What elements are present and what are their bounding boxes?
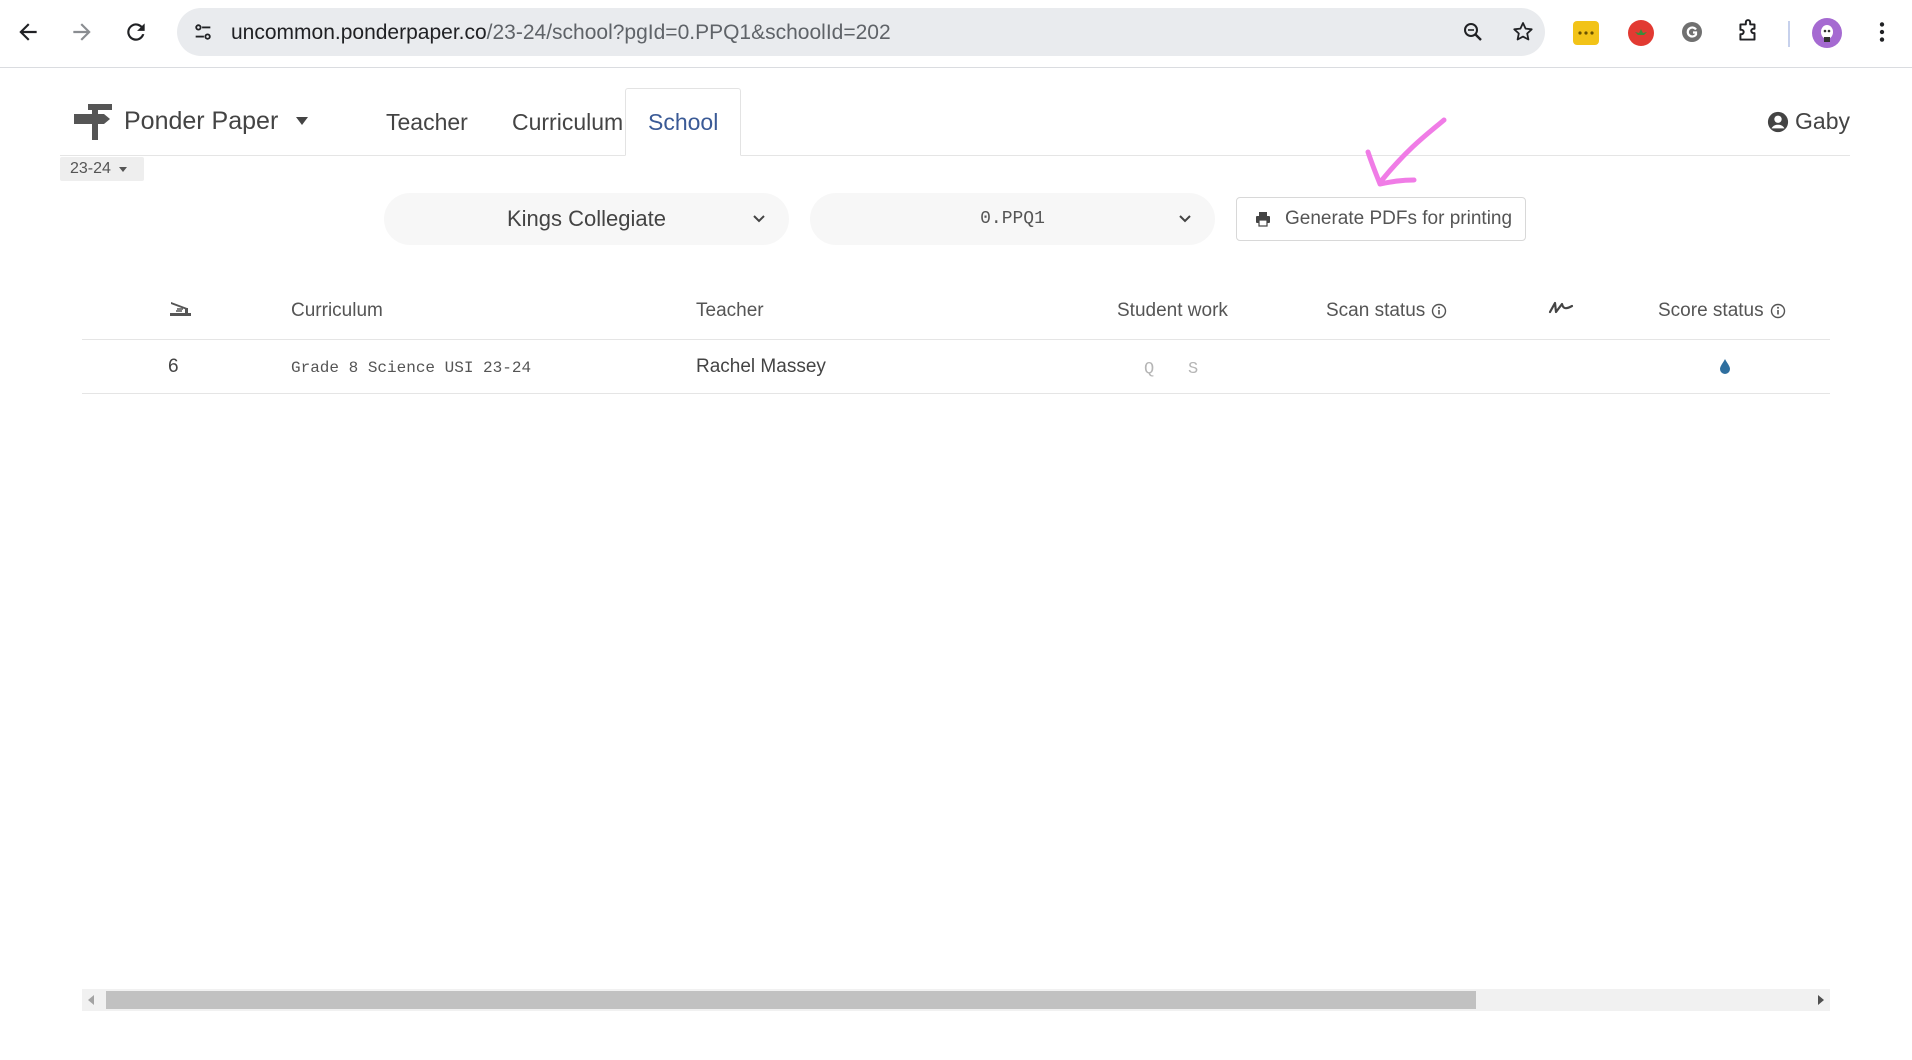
student-work-s[interactable]: S [1188,360,1198,379]
back-button[interactable] [14,14,42,50]
table-row[interactable]: 6 Grade 8 Science USI 23-24 Rachel Masse… [82,340,1830,394]
forward-icon [73,23,91,41]
col-curriculum[interactable]: Curriculum [291,300,383,322]
tab-teacher[interactable]: Teacher [364,88,490,156]
drop-icon[interactable] [1718,358,1732,380]
user-circle-icon [1767,111,1789,132]
year-selector[interactable]: 23-24 [60,157,144,181]
info-icon[interactable] [1431,303,1447,319]
year-caret-icon [118,166,127,172]
app-header: Ponder Paper Teacher Curriculum School G… [60,88,1850,156]
signpost-logo-icon [74,104,112,140]
horizontal-scrollbar[interactable] [82,989,1830,1011]
user-menu[interactable]: Gaby [1767,108,1850,135]
chevron-down-icon [753,215,765,223]
site-info-icon[interactable] [189,18,217,46]
bookmark-star-icon[interactable] [1509,18,1537,46]
extensions-puzzle-icon[interactable] [1734,18,1762,46]
brand-name: Ponder Paper [124,106,279,135]
pg-select-value: 0.PPQ1 [980,209,1045,229]
tab-curriculum[interactable]: Curriculum [490,88,645,156]
profile-avatar[interactable] [1812,18,1842,48]
col-teacher[interactable]: Teacher [696,300,764,322]
year-label: 23-24 [70,160,111,177]
grammarly-icon[interactable] [1678,18,1706,46]
brand-menu[interactable]: Ponder Paper [74,102,309,140]
annotation-arrow-icon [1365,117,1447,187]
scrollbar-thumb[interactable] [106,991,1476,1009]
row-count: 6 [168,356,179,377]
student-work-q[interactable]: Q [1144,360,1154,379]
forward-button[interactable] [68,14,96,50]
scroll-left-icon[interactable] [88,995,94,1005]
reload-icon [127,23,145,41]
pg-select[interactable]: 0.PPQ1 [810,193,1215,245]
tab-school[interactable]: School [625,88,742,156]
extension-tomato-icon[interactable] [1628,20,1654,46]
pg-table: Curriculum Teacher Student work Scan sta… [82,284,1830,394]
printer-icon [1256,212,1270,227]
generate-pdfs-label: Generate PDFs for printing [1285,208,1513,229]
school-select-value: Kings Collegiate [507,206,666,231]
extension-yellow-icon[interactable] [1573,21,1599,45]
brand-caret-icon [296,117,309,125]
col-scan-status-label: Scan status [1326,300,1426,321]
back-icon [19,23,37,41]
address-bar[interactable]: uncommon.ponderpaper.co/23-24/school?pgI… [177,8,1545,56]
user-name: Gaby [1795,108,1850,134]
toolbar-divider [1788,21,1790,47]
col-student-work[interactable]: Student work [1117,300,1228,322]
stapler-icon [162,298,192,320]
col-score-status-label: Score status [1658,300,1764,321]
scroll-right-icon[interactable] [1818,995,1824,1005]
table-header: Curriculum Teacher Student work Scan sta… [82,284,1830,340]
browser-toolbar: uncommon.ponderpaper.co/23-24/school?pgI… [0,0,1912,68]
signature-icon [1542,298,1574,318]
info-icon[interactable] [1770,303,1786,319]
col-scan-status[interactable]: Scan status [1326,300,1447,322]
generate-pdfs-button[interactable]: Generate PDFs for printing [1236,197,1526,241]
chevron-down-icon [1179,215,1191,223]
row-curriculum[interactable]: Grade 8 Science USI 23-24 [291,359,531,377]
school-select[interactable]: Kings Collegiate [384,193,789,245]
zoom-icon[interactable] [1459,18,1487,46]
col-score-status[interactable]: Score status [1658,300,1786,322]
more-menu-icon[interactable] [1868,14,1896,50]
url-text[interactable]: uncommon.ponderpaper.co/23-24/school?pgI… [231,21,891,45]
row-teacher[interactable]: Rachel Massey [696,356,826,378]
reload-button[interactable] [122,14,150,50]
